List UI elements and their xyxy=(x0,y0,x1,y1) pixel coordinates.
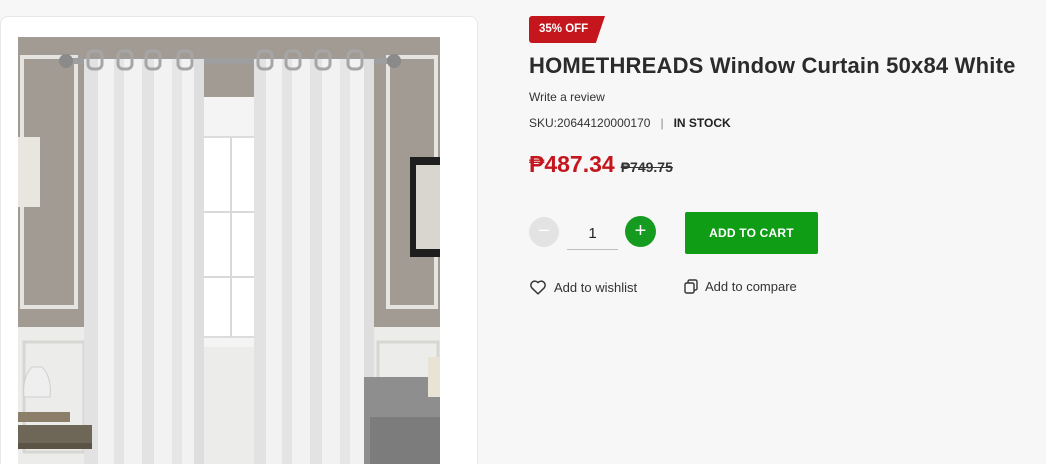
add-to-compare-link[interactable]: Add to compare xyxy=(684,279,797,294)
price-row: ₱487.34 ₱749.75 xyxy=(529,151,673,178)
product-info: 35% OFF HOMETHREADS Window Curtain 50x84… xyxy=(529,0,1046,464)
quantity-decrease-button[interactable]: − xyxy=(529,217,559,247)
wishlist-label: Add to wishlist xyxy=(554,279,638,295)
add-to-cart-button[interactable]: ADD TO CART xyxy=(685,212,818,254)
product-image[interactable] xyxy=(18,37,440,464)
product-title: HOMETHREADS Window Curtain 50x84 White xyxy=(529,53,1016,78)
product-gallery xyxy=(0,16,478,464)
product-meta: SKU:20644120000170 | IN STOCK xyxy=(529,116,731,130)
meta-separator: | xyxy=(660,116,664,130)
copy-icon xyxy=(684,279,698,294)
compare-label: Add to compare xyxy=(705,279,797,294)
sku-label: SKU:20644120000170 xyxy=(529,116,651,130)
discount-badge: 35% OFF xyxy=(529,16,605,43)
stock-status: IN STOCK xyxy=(673,116,731,130)
write-review-link[interactable]: Write a review xyxy=(529,90,605,104)
original-price: ₱749.75 xyxy=(620,159,673,175)
add-to-wishlist-link[interactable]: Add to wishlist xyxy=(529,279,637,295)
sale-price: ₱487.34 xyxy=(529,151,615,177)
heart-icon xyxy=(530,280,546,295)
quantity-increase-button[interactable]: + xyxy=(625,216,656,247)
quantity-input[interactable] xyxy=(567,217,618,250)
